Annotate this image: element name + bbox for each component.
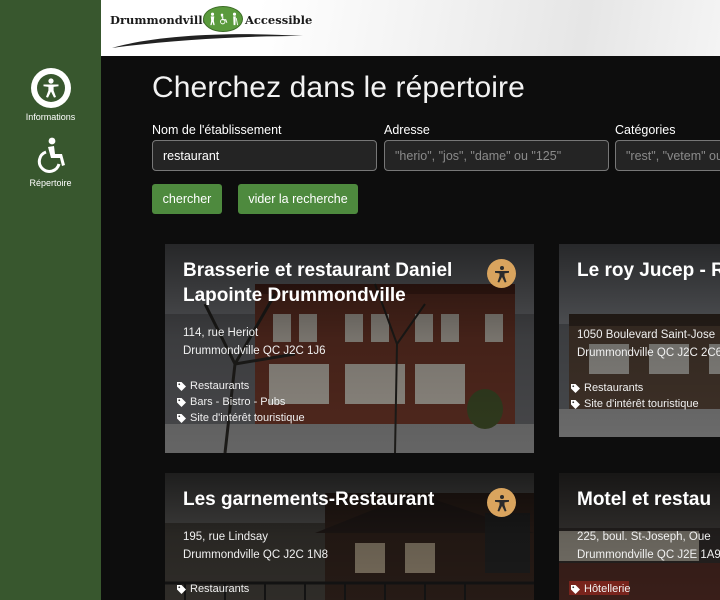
card-street: 114, rue Heriot <box>183 327 259 339</box>
sidebar-item-informations[interactable]: Informations <box>0 68 101 122</box>
card-title: Le roy Jucep - R québécois <box>577 260 720 281</box>
card-street: 195, rue Lindsay <box>183 531 269 543</box>
tag-label: Hôtellerie <box>584 583 631 595</box>
logo-text-left: Drummondville <box>110 13 210 27</box>
accessibility-person-icon <box>30 68 71 108</box>
person-standing-icon <box>209 12 215 26</box>
header-bar: Drummondville Accessible <box>0 0 720 56</box>
tag-icon <box>177 584 186 594</box>
card-city: Drummondville QC J2C 1J6 <box>183 345 326 357</box>
tag-icon <box>571 584 580 594</box>
result-card[interactable]: Motel et restau 225, boul. St-Joseph, Ou… <box>559 473 720 600</box>
tag-label: Restaurants <box>584 382 644 394</box>
tag-icon <box>177 397 186 407</box>
header-decoration <box>260 0 720 56</box>
name-search-input[interactable] <box>152 140 377 171</box>
card-city: Drummondville QC J2E 1A9 <box>577 549 720 561</box>
sidebar: Informations Répertoire <box>0 0 101 600</box>
address-search-input[interactable] <box>384 140 609 171</box>
logo-text-right: Accessible <box>245 13 313 27</box>
card-city: Drummondville QC J2C 1N8 <box>183 549 329 561</box>
card-street: 225, boul. St-Joseph, Oue <box>577 531 711 543</box>
tag-icon <box>571 399 580 409</box>
site-logo[interactable]: Drummondville Accessible <box>110 6 320 50</box>
result-card[interactable]: Les garnements-Restaurant 195, rue Linds… <box>165 473 534 600</box>
card-title: Brasserie et restaurant Daniel Lapointe … <box>183 260 453 306</box>
sidebar-item-label: Informations <box>25 112 76 122</box>
name-field-label: Nom de l'établissement <box>152 123 282 137</box>
category-tag: Site d'intérêt touristique <box>571 398 699 410</box>
categories-field-label: Catégories <box>615 123 676 137</box>
tag-icon <box>177 381 186 391</box>
categories-search-input[interactable] <box>615 140 720 171</box>
result-card[interactable]: Le roy Jucep - R québécois 1050 Boulevar… <box>559 244 720 437</box>
logo-swoosh <box>112 34 303 48</box>
category-tag: Site d'intérêt touristique <box>177 412 305 424</box>
card-title: Les garnements-Restaurant <box>183 489 435 510</box>
page-title: Cherchez dans le répertoire <box>152 71 525 104</box>
result-card[interactable]: Brasserie et restaurant Daniel Lapointe … <box>165 244 534 453</box>
tag-icon <box>177 413 186 423</box>
person-cane-icon <box>232 12 238 26</box>
sidebar-item-label: Répertoire <box>29 178 72 188</box>
wheelchair-icon <box>33 136 69 174</box>
card-city: Drummondville QC J2C 2C6 <box>577 347 720 359</box>
card-title: Motel et restau <box>577 489 712 510</box>
category-tag: Hôtellerie <box>571 583 630 595</box>
category-tag: Restaurants <box>177 583 249 595</box>
tag-label: Restaurants <box>190 380 250 392</box>
category-tag: Bars - Bistro - Pubs <box>177 396 285 408</box>
app-window: Drummondville Accessible Informations Ré… <box>0 0 720 600</box>
tag-label: Site d'intérêt touristique <box>584 398 699 410</box>
category-tag: Restaurants <box>177 380 249 392</box>
tag-icon <box>571 383 580 393</box>
logo-accessibility-badge <box>203 6 243 32</box>
accessibility-icon <box>487 259 516 288</box>
tag-label: Bars - Bistro - Pubs <box>190 396 286 408</box>
search-button[interactable]: chercher <box>152 184 222 214</box>
tag-label: Restaurants <box>190 583 250 595</box>
sidebar-item-repertoire[interactable]: Répertoire <box>0 136 101 188</box>
card-street: 1050 Boulevard Saint-Jose <box>577 329 716 341</box>
main-content: Cherchez dans le répertoire Nom de l'éta… <box>101 56 720 600</box>
tag-label: Site d'intérêt touristique <box>190 412 305 424</box>
category-tag: Restaurants <box>571 382 643 394</box>
address-field-label: Adresse <box>384 123 430 137</box>
clear-search-button[interactable]: vider la recherche <box>238 184 358 214</box>
accessibility-icon <box>487 488 516 517</box>
wheelchair-small-icon <box>219 13 227 25</box>
